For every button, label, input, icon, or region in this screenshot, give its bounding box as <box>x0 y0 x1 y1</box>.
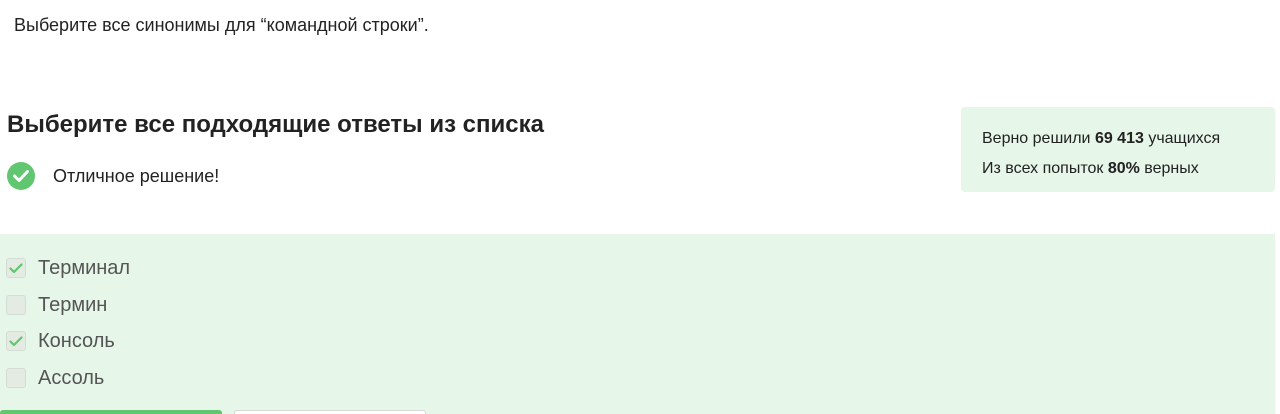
attempts-stat: Из всех попыток 80% верных <box>982 154 1275 184</box>
quiz-page: Выберите все синонимы для “командной стр… <box>0 0 1280 414</box>
options-list: Терминал Термин Консоль Ассоль <box>0 234 1275 414</box>
option-checkbox[interactable] <box>6 258 26 278</box>
option-console[interactable]: Консоль <box>6 329 115 353</box>
secondary-button[interactable] <box>234 410 426 414</box>
attempts-suffix: верных <box>1139 160 1199 177</box>
option-label: Терминал <box>38 256 131 279</box>
checkmark-icon <box>9 335 23 346</box>
solved-stat: Верно решили 69 413 учащихся <box>982 124 1275 154</box>
option-label: Термин <box>38 293 108 316</box>
option-terminal[interactable]: Терминал <box>6 256 130 280</box>
checkmark-icon <box>9 262 23 273</box>
option-label: Консоль <box>38 329 115 352</box>
check-circle-icon <box>7 162 35 190</box>
option-checkbox[interactable] <box>6 295 26 315</box>
question-text: Выберите все синонимы для “командной стр… <box>14 15 429 35</box>
solved-count: 69 413 <box>1094 130 1144 147</box>
status-message: Отличное решение! <box>53 165 220 186</box>
solved-prefix: Верно решили <box>982 130 1095 147</box>
option-label: Ассоль <box>38 366 105 389</box>
option-term[interactable]: Термин <box>6 293 107 317</box>
solved-suffix: учащихся <box>1143 130 1221 147</box>
attempts-percent: 80% <box>1107 160 1140 177</box>
option-checkbox[interactable] <box>6 331 26 351</box>
stats-panel: Верно решили 69 413 учащихся Из всех поп… <box>961 107 1275 192</box>
answers-heading: Выберите все подходящие ответы из списка <box>7 111 544 138</box>
option-assol[interactable]: Ассоль <box>6 366 104 390</box>
attempts-prefix: Из всех попыток <box>982 160 1108 177</box>
status-row: Отличное решение! <box>7 162 219 190</box>
submit-button[interactable] <box>0 410 222 414</box>
option-checkbox[interactable] <box>6 368 26 388</box>
